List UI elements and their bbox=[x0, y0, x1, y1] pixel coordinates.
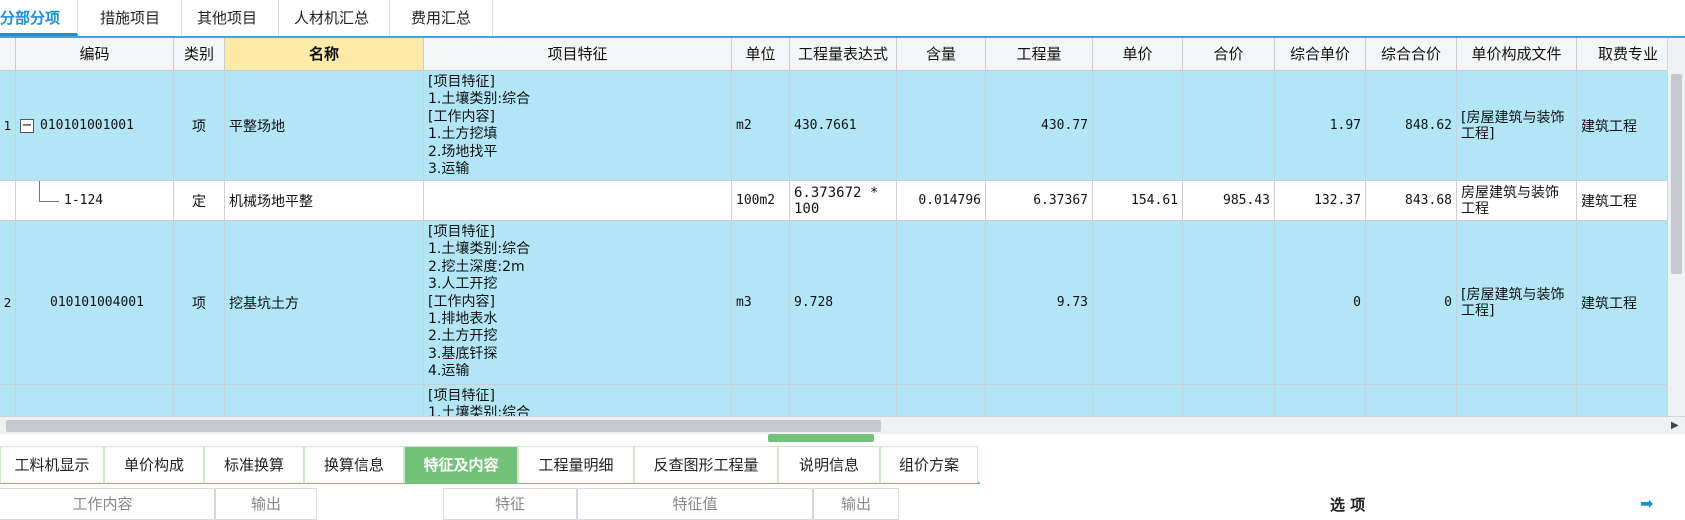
tab-pricing-plan[interactable]: 组价方案 bbox=[880, 446, 978, 483]
code-value: 010101001001 bbox=[40, 118, 134, 133]
tab-danjia-goucheng[interactable]: 单价构成 bbox=[104, 446, 204, 483]
total-cell[interactable] bbox=[1183, 71, 1275, 181]
row-index bbox=[0, 181, 16, 221]
row-index: 1 bbox=[0, 71, 16, 181]
col-type-header[interactable]: 类别 bbox=[174, 38, 225, 71]
expr-cell[interactable]: 6.373672 * 100 bbox=[790, 181, 897, 221]
col-features-header[interactable]: 项目特征 bbox=[424, 38, 732, 71]
splitter-handle[interactable] bbox=[768, 434, 874, 442]
expr-cell[interactable]: 9.728 bbox=[790, 221, 897, 385]
content-cell[interactable] bbox=[897, 71, 986, 181]
name-cell[interactable]: 平整场地 bbox=[225, 71, 424, 181]
row-index: 2 bbox=[0, 221, 16, 385]
tab-cuoshixiangmu[interactable]: 措施项目 bbox=[86, 0, 182, 36]
tab-quantity-detail[interactable]: 工程量明细 bbox=[518, 446, 634, 483]
col-content-header[interactable]: 含量 bbox=[897, 38, 986, 71]
type-cell[interactable]: 项 bbox=[174, 221, 225, 385]
type-cell[interactable]: 项 bbox=[174, 71, 225, 181]
col-total-header[interactable]: 合价 bbox=[1183, 38, 1275, 71]
code-value: 010101004001 bbox=[50, 295, 144, 310]
table-row[interactable]: 2 010101004001 项 挖基坑土方 [项目特征] 1.土壤类别:综合 … bbox=[0, 221, 1680, 385]
comp-price-cell[interactable]: 1.97 bbox=[1275, 71, 1366, 181]
collapse-icon[interactable]: − bbox=[20, 118, 34, 133]
price-cell[interactable]: 154.61 bbox=[1093, 181, 1183, 221]
top-tab-bar: 分部分项 措施项目 其他项目 人材机汇总 费用汇总 bbox=[0, 0, 1685, 38]
file-cell[interactable]: [房屋建筑与装饰工程] bbox=[1457, 71, 1577, 181]
feature-header: 特征 bbox=[443, 488, 577, 520]
col-qty-header[interactable]: 工程量 bbox=[986, 38, 1093, 71]
code-cell[interactable]: − 010101001001 bbox=[16, 71, 174, 181]
features-cell[interactable]: [项目特征] 1.土壤类别:综合 [工作内容] 1.土方挖填 2.场地找平 3.… bbox=[424, 71, 732, 181]
col-major-header[interactable]: 取费专业 bbox=[1577, 38, 1680, 71]
unit-cell[interactable]: m2 bbox=[732, 71, 790, 181]
tab-feiyong-summary[interactable]: 费用汇总 bbox=[397, 0, 493, 36]
major-cell[interactable]: 建筑工程 bbox=[1577, 221, 1680, 385]
col-unit-header[interactable]: 单位 bbox=[732, 38, 790, 71]
tab-features-content[interactable]: 特征及内容 bbox=[404, 446, 518, 483]
tab-huansuan-xinxi[interactable]: 换算信息 bbox=[304, 446, 404, 483]
tree-connector bbox=[39, 181, 40, 201]
qty-cell[interactable]: 6.37367 bbox=[986, 181, 1093, 221]
content-cell[interactable] bbox=[897, 221, 986, 385]
scroll-right-icon[interactable]: ▶ bbox=[1671, 420, 1679, 431]
name-cell[interactable]: 挖基坑土方 bbox=[225, 221, 424, 385]
comp-total-cell[interactable]: 843.68 bbox=[1366, 181, 1457, 221]
output-header-1: 输出 bbox=[215, 488, 317, 520]
content-cell[interactable]: 0.014796 bbox=[897, 181, 986, 221]
col-index-header bbox=[0, 38, 16, 71]
code-value: 1-124 bbox=[64, 193, 104, 208]
total-cell[interactable]: 985.43 bbox=[1183, 181, 1275, 221]
tab-gongliaoji[interactable]: 工料机显示 bbox=[0, 446, 104, 483]
comp-total-cell[interactable]: 0 bbox=[1366, 221, 1457, 385]
code-cell[interactable]: 1-124 bbox=[16, 181, 174, 221]
tab-description[interactable]: 说明信息 bbox=[778, 446, 880, 483]
comp-total-cell[interactable]: 848.62 bbox=[1366, 71, 1457, 181]
features-cell[interactable] bbox=[424, 181, 732, 221]
tab-fenbufenxiang[interactable]: 分部分项 bbox=[0, 0, 78, 36]
file-cell[interactable]: [房屋建筑与装饰工程] bbox=[1457, 221, 1577, 385]
expr-cell[interactable]: 430.7661 bbox=[790, 71, 897, 181]
total-cell[interactable] bbox=[1183, 221, 1275, 385]
col-comp-total-header[interactable]: 综合合价 bbox=[1366, 38, 1457, 71]
file-cell[interactable]: 房屋建筑与装饰工程 bbox=[1457, 181, 1577, 221]
price-cell[interactable] bbox=[1093, 71, 1183, 181]
col-price-header[interactable]: 单价 bbox=[1093, 38, 1183, 71]
table-row[interactable]: 1 − 010101001001 项 平整场地 [项目特征] 1.土壤类别:综合… bbox=[0, 71, 1680, 181]
major-cell[interactable]: 建筑工程 bbox=[1577, 71, 1680, 181]
code-cell[interactable]: 010101004001 bbox=[16, 221, 174, 385]
name-cell[interactable]: 机械场地平整 bbox=[225, 181, 424, 221]
horizontal-scroll-thumb[interactable] bbox=[6, 420, 881, 432]
feature-value-header: 特征值 bbox=[577, 488, 813, 520]
type-cell[interactable]: 定 bbox=[174, 181, 225, 221]
arrow-right-icon[interactable]: ➡ bbox=[1640, 494, 1653, 513]
price-cell[interactable] bbox=[1093, 221, 1183, 385]
col-name-header[interactable]: 名称 bbox=[225, 38, 424, 71]
tree-connector bbox=[39, 201, 59, 202]
detail-tab-bar: 工料机显示 单价构成 标准换算 换算信息 特征及内容 工程量明细 反查图形工程量… bbox=[0, 446, 980, 484]
qty-cell[interactable]: 9.73 bbox=[986, 221, 1093, 385]
tab-rencaiji-summary[interactable]: 人材机汇总 bbox=[280, 0, 390, 36]
options-title: 选 项 bbox=[1330, 496, 1366, 514]
unit-cell[interactable]: m3 bbox=[732, 221, 790, 385]
col-expr-header[interactable]: 工程量表达式 bbox=[790, 38, 897, 71]
comp-price-cell[interactable]: 132.37 bbox=[1275, 181, 1366, 221]
major-cell[interactable]: 建筑工程 bbox=[1577, 181, 1680, 221]
col-comp-price-header[interactable]: 综合单价 bbox=[1275, 38, 1366, 71]
tab-biaozhun-huansuan[interactable]: 标准换算 bbox=[204, 446, 304, 483]
col-file-header[interactable]: 单价构成文件 bbox=[1457, 38, 1577, 71]
horizontal-scrollbar[interactable]: ▶ bbox=[0, 416, 1685, 434]
bill-grid: 编码 类别 名称 项目特征 单位 工程量表达式 含量 工程量 单价 合价 综合单… bbox=[0, 38, 1685, 434]
comp-price-cell[interactable]: 0 bbox=[1275, 221, 1366, 385]
col-code-header[interactable]: 编码 bbox=[16, 38, 174, 71]
vertical-scroll-thumb[interactable] bbox=[1671, 74, 1682, 274]
table-row[interactable]: 1-124 定 机械场地平整 100m2 6.373672 * 100 0.01… bbox=[0, 181, 1680, 221]
qty-cell[interactable]: 430.77 bbox=[986, 71, 1093, 181]
unit-cell[interactable]: 100m2 bbox=[732, 181, 790, 221]
output-header-2: 输出 bbox=[813, 488, 899, 520]
tab-reverse-graphic-qty[interactable]: 反查图形工程量 bbox=[634, 446, 778, 483]
features-cell[interactable]: [项目特征] 1.土壤类别:综合 2.挖土深度:2m 3.人工开挖 [工作内容]… bbox=[424, 221, 732, 385]
tab-qitaxiangmu[interactable]: 其他项目 bbox=[183, 0, 279, 36]
work-content-header: 工作内容 bbox=[0, 488, 215, 520]
vertical-scrollbar[interactable] bbox=[1667, 38, 1685, 416]
